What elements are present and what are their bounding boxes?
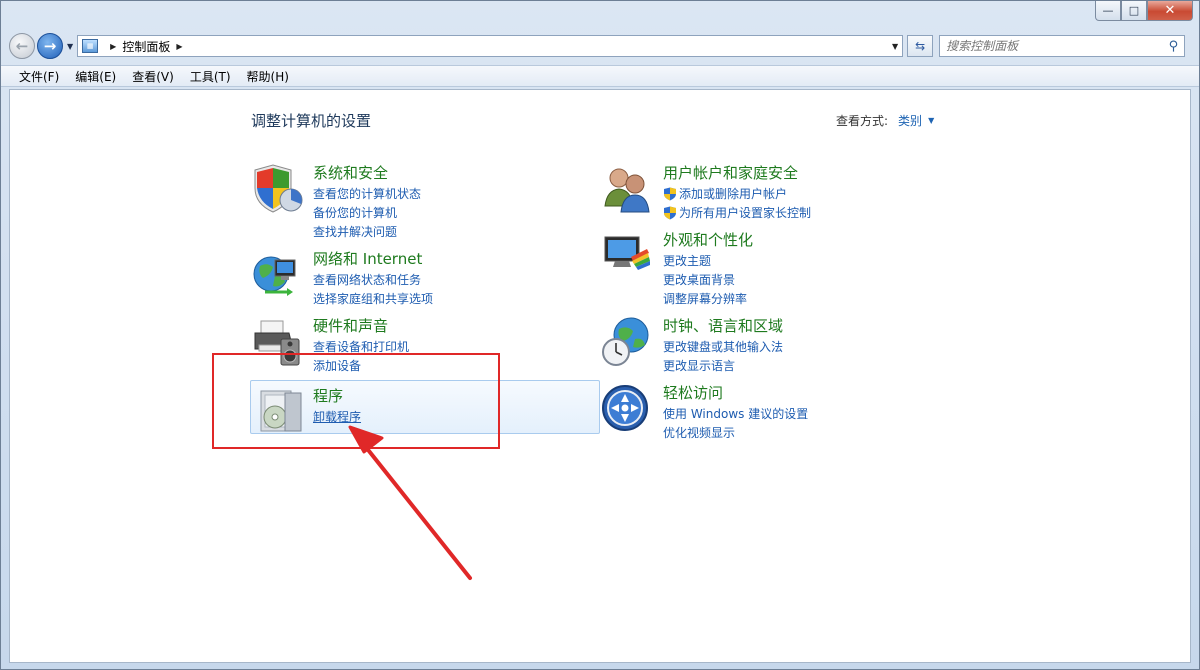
view-by: 查看方式: 类别 ▼ xyxy=(836,112,934,129)
clock-globe-icon[interactable] xyxy=(601,315,653,367)
category-title-appearance[interactable]: 外观和个性化 xyxy=(663,229,753,250)
view-by-chevron-down-icon[interactable]: ▼ xyxy=(928,116,934,125)
menu-bar: 文件(F) 编辑(E) 查看(V) 工具(T) 帮助(H) xyxy=(1,65,1199,87)
ease-of-access-icon[interactable] xyxy=(601,382,653,434)
address-dropdown-icon[interactable]: ▼ xyxy=(892,42,898,51)
menu-file[interactable]: 文件(F) xyxy=(11,68,67,85)
link-optimize-visual-display[interactable]: 优化视频显示 xyxy=(663,423,808,442)
shield-security-icon[interactable] xyxy=(251,162,303,214)
view-by-label: 查看方式: xyxy=(836,114,889,128)
link-backup-computer[interactable]: 备份您的计算机 xyxy=(313,203,421,222)
link-add-remove-accounts-label[interactable]: 添加或删除用户帐户 xyxy=(679,185,787,202)
menu-help[interactable]: 帮助(H) xyxy=(239,68,297,85)
link-change-input-method[interactable]: 更改键盘或其他输入法 xyxy=(663,337,783,356)
menu-tools[interactable]: 工具(T) xyxy=(182,68,239,85)
category-title-clock-language-region[interactable]: 时钟、语言和区域 xyxy=(663,315,783,336)
globe-network-icon[interactable] xyxy=(251,248,303,300)
category-title-user-accounts[interactable]: 用户帐户和家庭安全 xyxy=(663,162,798,183)
address-bar[interactable]: ▦ ▶ 控制面板 ▶ ▼ xyxy=(77,35,904,57)
category-title-system-security[interactable]: 系统和安全 xyxy=(313,162,388,183)
forward-arrow-icon: → xyxy=(43,37,57,55)
close-button[interactable]: ✕ xyxy=(1147,1,1193,21)
highlight-box xyxy=(212,353,500,449)
search-box[interactable]: ⚲ xyxy=(939,35,1186,57)
search-input[interactable] xyxy=(946,39,1169,53)
link-windows-recommended-settings[interactable]: 使用 Windows 建议的设置 xyxy=(663,404,808,423)
category-user-accounts: 用户帐户和家庭安全 添加或删除用户帐户 为所有用户设置家长控制 xyxy=(601,162,941,220)
uac-shield-icon xyxy=(664,187,676,200)
link-screen-resolution[interactable]: 调整屏幕分辨率 xyxy=(663,289,747,308)
menu-view[interactable]: 查看(V) xyxy=(124,68,182,85)
link-change-display-language[interactable]: 更改显示语言 xyxy=(663,356,783,375)
category-appearance: 外观和个性化 更改主题 更改桌面背景 调整屏幕分辨率 xyxy=(601,229,941,306)
breadcrumb-arrow-icon[interactable]: ▶ xyxy=(176,42,182,51)
link-view-computer-status[interactable]: 查看您的计算机状态 xyxy=(313,184,421,203)
back-button[interactable]: ← xyxy=(9,33,35,59)
control-panel-icon: ▦ xyxy=(82,39,99,53)
appearance-monitor-icon[interactable] xyxy=(601,229,653,281)
caption-buttons: — □ ✕ xyxy=(1095,1,1193,21)
link-homegroup-sharing[interactable]: 选择家庭组和共享选项 xyxy=(313,289,433,308)
link-change-background[interactable]: 更改桌面背景 xyxy=(663,270,747,289)
category-title-hardware-sound[interactable]: 硬件和声音 xyxy=(313,315,388,336)
category-title-network-internet[interactable]: 网络和 Internet xyxy=(313,248,422,269)
uac-shield-icon xyxy=(664,206,676,219)
search-icon[interactable]: ⚲ xyxy=(1169,39,1179,54)
page-title: 调整计算机的设置 xyxy=(251,112,372,130)
forward-button[interactable]: → xyxy=(37,33,63,59)
link-troubleshoot[interactable]: 查找并解决问题 xyxy=(313,222,421,241)
category-network-internet: 网络和 Internet 查看网络状态和任务 选择家庭组和共享选项 xyxy=(251,248,591,306)
link-parental-controls[interactable]: 为所有用户设置家长控制 xyxy=(663,203,811,222)
recent-pages-dropdown-icon[interactable]: ▼ xyxy=(67,42,73,51)
category-ease-of-access: 轻松访问 使用 Windows 建议的设置 优化视频显示 xyxy=(601,382,941,440)
back-arrow-icon: ← xyxy=(15,37,29,55)
content-area: 调整计算机的设置 查看方式: 类别 ▼ 系统和安全 查看您的计算机状态 备份您的… xyxy=(9,89,1191,663)
refresh-button[interactable]: ⇆ xyxy=(907,35,934,57)
category-clock-language-region: 时钟、语言和区域 更改键盘或其他输入法 更改显示语言 xyxy=(601,315,941,373)
minimize-button[interactable]: — xyxy=(1095,1,1121,21)
navigation-bar: ← → ▼ ▦ ▶ 控制面板 ▶ ▼ ⇆ ⚲ xyxy=(9,31,1189,61)
category-system-security: 系统和安全 查看您的计算机状态 备份您的计算机 查找并解决问题 xyxy=(251,162,591,239)
breadcrumb-control-panel[interactable]: 控制面板 xyxy=(122,38,170,55)
link-network-status[interactable]: 查看网络状态和任务 xyxy=(313,270,433,289)
link-parental-controls-label[interactable]: 为所有用户设置家长控制 xyxy=(679,204,811,221)
link-change-theme[interactable]: 更改主题 xyxy=(663,251,747,270)
breadcrumb-separator-icon[interactable]: ▶ xyxy=(110,42,116,51)
view-by-dropdown[interactable]: 类别 xyxy=(898,112,922,129)
users-icon[interactable] xyxy=(601,162,653,214)
link-add-remove-accounts[interactable]: 添加或删除用户帐户 xyxy=(663,184,811,203)
menu-edit[interactable]: 编辑(E) xyxy=(67,68,124,85)
control-panel-window: — □ ✕ ← → ▼ ▦ ▶ 控制面板 ▶ ▼ ⇆ ⚲ 文件(F) 编辑(E)… xyxy=(0,0,1200,670)
category-title-ease-of-access[interactable]: 轻松访问 xyxy=(663,382,723,403)
maximize-button[interactable]: □ xyxy=(1121,1,1147,21)
refresh-icon: ⇆ xyxy=(915,39,926,53)
